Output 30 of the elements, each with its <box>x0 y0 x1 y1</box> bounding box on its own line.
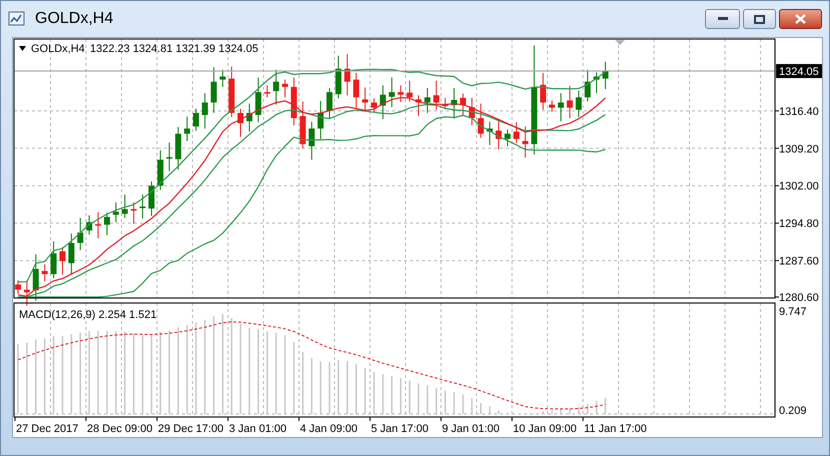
price-axis-label: 1287.60 <box>779 256 819 268</box>
price-axis-label: 1302.00 <box>779 180 819 193</box>
macd-label: MACD(12,26,9) 2.254 1.521 <box>19 309 157 321</box>
price-axis-label: 1294.80 <box>779 218 819 230</box>
minimize-button[interactable] <box>705 9 740 29</box>
time-axis-label: 29 Dec 17:00 <box>158 423 224 435</box>
close-button[interactable] <box>779 9 822 29</box>
time-axis-label: 27 Dec 2017 <box>16 423 78 435</box>
price-axis-label: 1316.40 <box>779 106 819 118</box>
chart-window-icon <box>8 10 26 28</box>
macd-scale-label: 0.209 <box>779 405 807 417</box>
time-axis-label: 9 Jan 01:00 <box>442 423 500 435</box>
maximize-icon <box>754 14 765 24</box>
macd-scale-label: 9.747 <box>779 306 807 318</box>
time-axis-label: 5 Jan 17:00 <box>371 423 428 435</box>
dropdown-icon[interactable] <box>19 46 26 51</box>
time-axis-label: 28 Dec 09:00 <box>87 423 152 435</box>
time-axis-label: 4 Jan 09:00 <box>300 423 358 435</box>
minimize-icon <box>718 17 728 21</box>
symbol-label: GOLDx,H4 <box>31 43 85 55</box>
close-icon <box>795 14 806 24</box>
time-axis-label: 10 Jan 09:00 <box>513 423 577 435</box>
price-axis-label: 1309.20 <box>779 143 819 156</box>
maximize-button[interactable] <box>743 9 776 29</box>
time-axis-label: 11 Jan 17:00 <box>584 423 647 435</box>
window-title: GOLDx,H4 <box>35 9 114 29</box>
ohlc-values: 1322.23 1324.81 1321.39 1324.05 <box>90 43 258 55</box>
price-axis-label: 1280.60 <box>779 292 819 304</box>
time-axis-label: 3 Jan 01:00 <box>229 423 286 435</box>
current-price-label: 1324.05 <box>776 64 822 78</box>
